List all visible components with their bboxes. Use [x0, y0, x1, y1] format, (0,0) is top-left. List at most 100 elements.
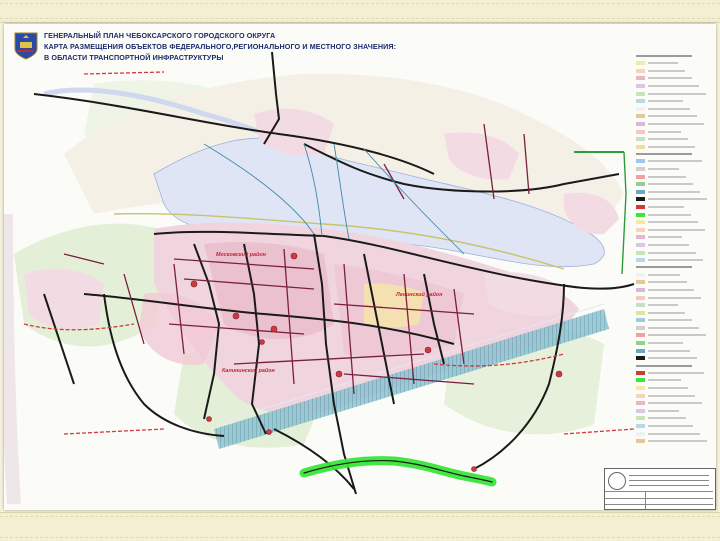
legend-row [636, 340, 710, 347]
legend-swatch [636, 197, 645, 202]
legend-swatch [636, 114, 645, 119]
transport-map: Калининский район Ленинский район Москов… [4, 24, 716, 510]
legend-swatch [636, 424, 645, 429]
legend-row [636, 144, 710, 151]
legend-row [636, 355, 710, 362]
legend-row [636, 302, 710, 309]
legend-section-divider [636, 364, 692, 367]
legend-row [636, 121, 710, 128]
legend-row [636, 271, 710, 278]
legend-swatch [636, 295, 645, 300]
map-title-line-3: В ОБЛАСТИ ТРАНСПОРТНОЙ ИНФРАСТРУКТУРЫ [44, 53, 224, 62]
legend-swatch [636, 76, 645, 81]
legend-swatch [636, 84, 645, 89]
legend-swatch [636, 310, 645, 315]
legend-swatch [636, 287, 645, 292]
legend-swatch [636, 303, 645, 308]
coat-of-arms-icon [14, 32, 38, 60]
legend-swatch [636, 189, 645, 194]
legend-row [636, 438, 710, 445]
legend-row [636, 136, 710, 143]
legend-row [636, 173, 710, 180]
legend-swatch [636, 386, 645, 391]
legend-row [636, 166, 710, 173]
legend-row [636, 347, 710, 354]
organization-logo-icon [608, 472, 626, 490]
legend-swatch [636, 401, 645, 406]
legend-swatch [636, 333, 645, 338]
legend-row [636, 106, 710, 113]
legend-swatch [636, 182, 645, 187]
legend-swatch [636, 212, 645, 217]
legend-row [636, 128, 710, 135]
legend-row [636, 83, 710, 90]
map-title-line-2: КАРТА РАЗМЕЩЕНИЯ ОБЪЕКТОВ ФЕДЕРАЛЬНОГО,Р… [44, 42, 397, 51]
map-legend [636, 52, 710, 445]
legend-row [636, 181, 710, 188]
legend-row [636, 325, 710, 332]
legend-row [636, 332, 710, 339]
legend-swatch [636, 280, 645, 285]
district-label-3: Московский район [216, 251, 267, 258]
legend-row [636, 68, 710, 75]
legend-row [636, 90, 710, 97]
legend-row [636, 60, 710, 67]
legend-row [636, 408, 710, 415]
district-label-1: Калининский район [222, 367, 276, 374]
legend-row [636, 287, 710, 294]
legend-swatch [636, 242, 645, 247]
legend-swatch [636, 159, 645, 164]
legend-swatch [636, 318, 645, 323]
legend-swatch [636, 106, 645, 111]
legend-row [636, 392, 710, 399]
legend-swatch [636, 341, 645, 346]
legend-swatch [636, 250, 645, 255]
legend-swatch [636, 137, 645, 142]
legend-row [636, 219, 710, 226]
legend-row [636, 211, 710, 218]
legend-swatch [636, 91, 645, 96]
legend-swatch [636, 370, 645, 375]
legend-swatch [636, 325, 645, 330]
map-title-block: ГЕНЕРАЛЬНЫЙ ПЛАН ЧЕБОКСАРСКОГО ГОРОДСКОГ… [10, 28, 450, 66]
title-stamp [604, 468, 716, 510]
legend-row [636, 377, 710, 384]
legend-swatch [636, 129, 645, 134]
legend-swatch [636, 204, 645, 209]
legend-row [636, 196, 710, 203]
legend-swatch [636, 258, 645, 263]
legend-swatch [636, 439, 645, 444]
legend-row [636, 242, 710, 249]
legend-swatch [636, 174, 645, 179]
legend-row [636, 309, 710, 316]
legend-swatch [636, 393, 645, 398]
legend-swatch [636, 431, 645, 436]
legend-swatch [636, 167, 645, 172]
legend-row [636, 158, 710, 165]
legend-swatch [636, 61, 645, 66]
legend-row [636, 257, 710, 264]
legend-row [636, 234, 710, 241]
legend-row [636, 75, 710, 82]
legend-row [636, 400, 710, 407]
legend-swatch [636, 227, 645, 232]
legend-swatch [636, 235, 645, 240]
map-title-line-1: ГЕНЕРАЛЬНЫЙ ПЛАН ЧЕБОКСАРСКОГО ГОРОДСКОГ… [44, 31, 276, 40]
legend-swatch [636, 356, 645, 361]
legend-swatch [636, 416, 645, 421]
legend-row [636, 317, 710, 324]
district-label-2: Ленинский район [395, 291, 443, 298]
legend-swatch [636, 220, 645, 225]
legend-swatch [636, 122, 645, 127]
legend-swatch [636, 272, 645, 277]
legend-swatch [636, 408, 645, 413]
legend-row [636, 370, 710, 377]
legend-row [636, 415, 710, 422]
legend-row [636, 385, 710, 392]
legend-swatch [636, 348, 645, 353]
slide-top-band [0, 0, 720, 23]
legend-row [636, 249, 710, 256]
legend-row [636, 189, 710, 196]
legend-swatch [636, 378, 645, 383]
legend-row [636, 430, 710, 437]
